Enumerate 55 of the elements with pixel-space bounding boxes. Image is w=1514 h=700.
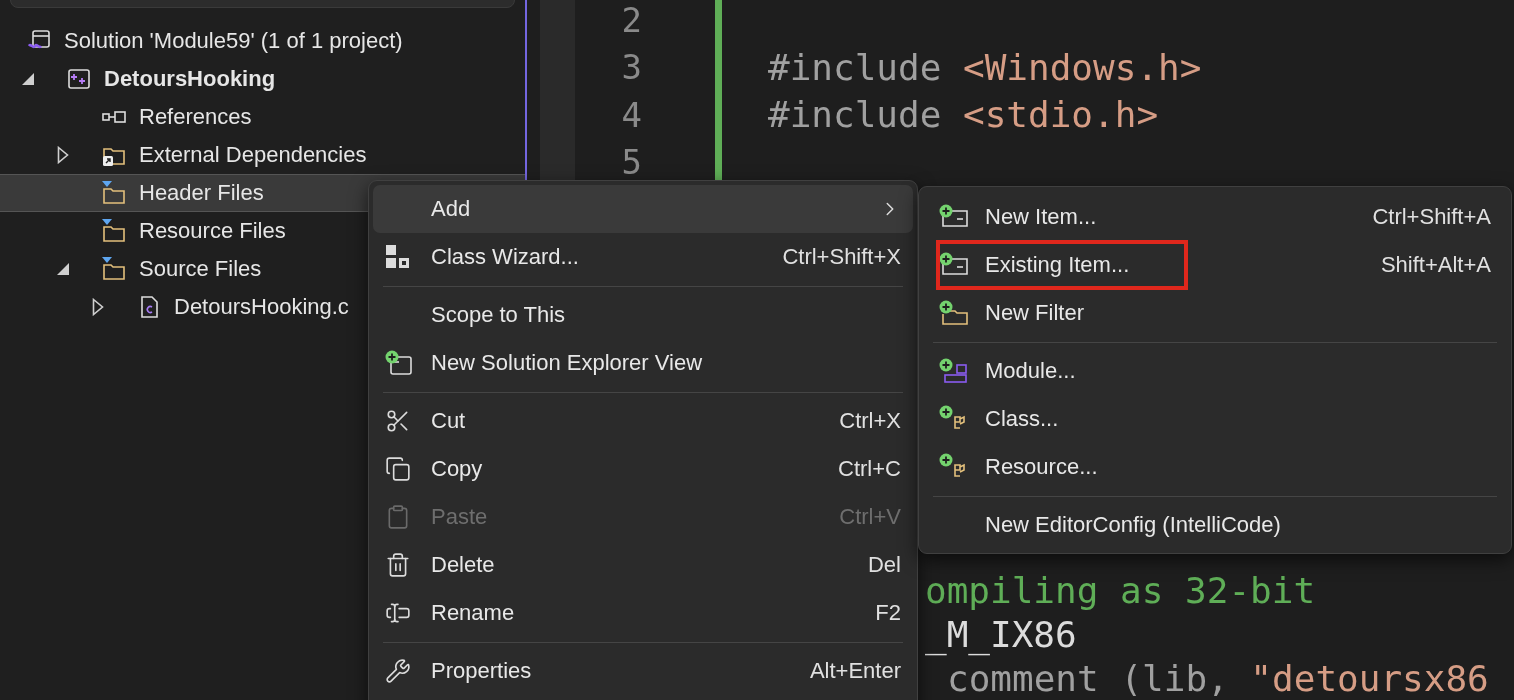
menu-item[interactable]: Scope to This	[373, 291, 913, 339]
trash-icon	[385, 552, 411, 578]
line-number: 4	[620, 94, 643, 135]
line-number: 5	[620, 142, 643, 183]
tree-item[interactable]: References	[0, 98, 525, 136]
menu-item[interactable]: Class Wizard... Ctrl+Shift+X	[373, 233, 913, 281]
expanded-triangle-icon[interactable]	[21, 72, 35, 86]
menu-item[interactable]: Module...	[923, 347, 1507, 395]
code-line: comment (lib, "detoursx86	[947, 657, 1489, 699]
add-module-icon	[939, 358, 969, 384]
add-item-icon	[939, 252, 969, 278]
class-wizard-icon	[385, 244, 411, 270]
menu-item[interactable]: New Filter	[923, 289, 1507, 337]
filter-folder-icon	[101, 218, 127, 244]
copy-icon	[385, 456, 411, 482]
code-line: _M_IX86	[925, 613, 1077, 655]
shortcut-label: Ctrl+Shift+A	[1372, 204, 1491, 230]
menu-item[interactable]: New Item... Ctrl+Shift+A	[923, 193, 1507, 241]
line-number: 2	[620, 0, 643, 40]
shortcut-label: Ctrl+V	[839, 504, 901, 530]
add-folder-icon	[939, 300, 969, 326]
collapsed-triangle-icon[interactable]	[57, 146, 69, 164]
collapsed-triangle-icon[interactable]	[92, 298, 104, 316]
add-item-icon	[939, 204, 969, 230]
menu-item[interactable]: New EditorConfig (IntelliCode)	[923, 501, 1507, 549]
shortcut-label: Ctrl+Shift+X	[782, 244, 901, 270]
menu-item[interactable]: Add	[373, 185, 913, 233]
wrench-icon	[385, 658, 411, 684]
menu-item[interactable]: Existing Item... Shift+Alt+A	[923, 241, 1507, 289]
menu-item[interactable]: Cut Ctrl+X	[373, 397, 913, 445]
shortcut-label: F2	[875, 600, 901, 626]
tree-item[interactable]: External Dependencies	[0, 136, 525, 174]
shortcut-label: Alt+Enter	[809, 658, 901, 684]
menu-item[interactable]: New Solution Explorer View	[373, 339, 913, 387]
shortcut-label: Ctrl+X	[839, 408, 901, 434]
cpp-project-icon	[66, 66, 92, 92]
shortcut-label: Del	[868, 552, 901, 578]
tree-item[interactable]: DetoursHooking	[0, 60, 525, 98]
shortcut-label: Ctrl+C	[838, 456, 901, 482]
menu-item[interactable]: Rename F2	[373, 589, 913, 637]
menu-item[interactable]: Resource...	[923, 443, 1507, 491]
menu-item[interactable]: Properties Alt+Enter	[373, 647, 913, 695]
filter-folder-icon	[101, 180, 127, 206]
expanded-triangle-icon[interactable]	[56, 262, 70, 276]
menu-item[interactable]: Delete Del	[373, 541, 913, 589]
filter-folder-icon	[101, 256, 127, 282]
menu-item[interactable]: Copy Ctrl+C	[373, 445, 913, 493]
code-line: ompiling as 32-bit	[925, 569, 1316, 611]
add-window-icon	[385, 350, 413, 376]
code-line: #include <Windows.h>	[768, 46, 1202, 88]
code-line: #include <stdio.h>	[768, 94, 1159, 136]
menu-item[interactable]: Class...	[923, 395, 1507, 443]
tree-item[interactable]: Solution 'Module59' (1 of 1 project)	[0, 22, 525, 60]
line-number: 3	[620, 47, 643, 88]
shortcut-label: Shift+Alt+A	[1380, 252, 1491, 278]
